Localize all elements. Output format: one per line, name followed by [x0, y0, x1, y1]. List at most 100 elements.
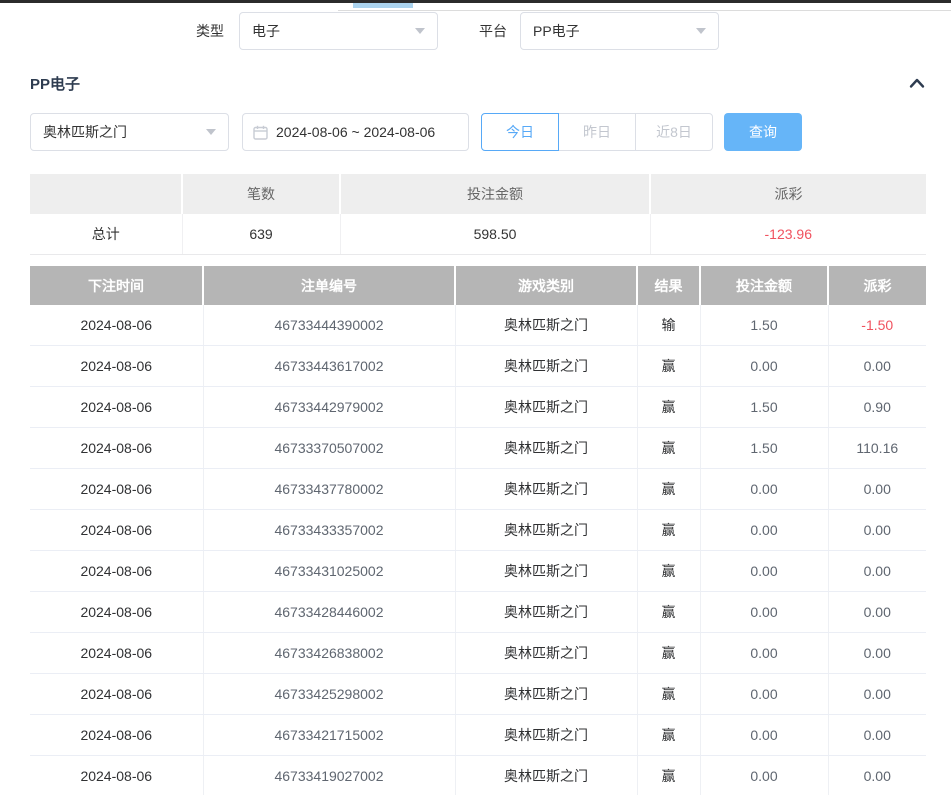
table-header-row: 下注时间 注单编号 游戏类别 结果 投注金额 派彩 — [30, 266, 926, 305]
table-cell: 奥林匹斯之门 — [455, 346, 637, 387]
game-select[interactable]: 奥林匹斯之门 — [30, 113, 229, 151]
table-cell: 0.00 — [700, 469, 828, 510]
table-cell: 0.00 — [828, 674, 926, 715]
table-cell: 奥林匹斯之门 — [455, 305, 637, 346]
table-cell: 46733425298002 — [203, 674, 455, 715]
top-filter-row: 类型 电子 平台 PP电子 — [0, 12, 719, 50]
column-header: 投注金额 — [700, 266, 828, 305]
table-cell: 46733370507002 — [203, 428, 455, 469]
table-cell: 0.00 — [700, 633, 828, 674]
table-row: 2024-08-0646733421715002奥林匹斯之门赢0.000.00 — [30, 715, 926, 756]
table-cell: 赢 — [637, 387, 700, 428]
total-bet-amount: 598.50 — [340, 214, 650, 255]
table-cell: 奥林匹斯之门 — [455, 387, 637, 428]
table-cell: 奥林匹斯之门 — [455, 674, 637, 715]
table-cell: 奥林匹斯之门 — [455, 592, 637, 633]
table-cell: 46733433357002 — [203, 510, 455, 551]
type-label: 类型 — [196, 21, 224, 41]
type-select-value: 电子 — [252, 21, 280, 41]
table-cell: 46733443617002 — [203, 346, 455, 387]
query-toolbar: 奥林匹斯之门 2024-08-06 ~ 2024-08-06 今日 昨日 近8日… — [30, 113, 802, 151]
table-cell: 奥林匹斯之门 — [455, 469, 637, 510]
table-cell: 赢 — [637, 674, 700, 715]
table-cell: 奥林匹斯之门 — [455, 510, 637, 551]
table-cell: 0.00 — [828, 592, 926, 633]
table-cell: 46733444390002 — [203, 305, 455, 346]
column-header: 结果 — [637, 266, 700, 305]
table-row: 2024-08-0646733437780002奥林匹斯之门赢0.000.00 — [30, 469, 926, 510]
summary-total-row: 总计 639 598.50 -123.96 — [30, 214, 926, 255]
table-cell: 2024-08-06 — [30, 346, 203, 387]
chevron-down-icon — [696, 28, 706, 34]
table-cell: 赢 — [637, 551, 700, 592]
table-cell: 赢 — [637, 633, 700, 674]
top-divider — [338, 10, 951, 11]
active-tab-indicator — [353, 3, 413, 8]
table-cell: 奥林匹斯之门 — [455, 756, 637, 795]
table-cell: 0.00 — [700, 674, 828, 715]
column-header: 下注时间 — [30, 266, 203, 305]
last-8-days-button[interactable]: 近8日 — [635, 113, 713, 151]
table-row: 2024-08-0646733442979002奥林匹斯之门赢1.500.90 — [30, 387, 926, 428]
table-cell: 2024-08-06 — [30, 715, 203, 756]
page: 类型 电子 平台 PP电子 PP电子 奥林匹斯之门 — [0, 0, 951, 795]
table-cell: 赢 — [637, 428, 700, 469]
table-row: 2024-08-0646733433357002奥林匹斯之门赢0.000.00 — [30, 510, 926, 551]
table-cell: 1.50 — [700, 305, 828, 346]
table-cell: 46733437780002 — [203, 469, 455, 510]
bet-table-body: 2024-08-0646733444390002奥林匹斯之门输1.50-1.50… — [30, 305, 926, 795]
table-row: 2024-08-0646733370507002奥林匹斯之门赢1.50110.1… — [30, 428, 926, 469]
platform-label: 平台 — [479, 21, 507, 41]
section-title: PP电子 — [30, 73, 80, 94]
calendar-icon — [253, 125, 268, 140]
type-select[interactable]: 电子 — [239, 12, 438, 50]
date-range-input[interactable]: 2024-08-06 ~ 2024-08-06 — [242, 113, 469, 151]
total-count: 639 — [182, 214, 340, 255]
table-cell: 0.00 — [828, 551, 926, 592]
table-cell: 输 — [637, 305, 700, 346]
column-header: 派彩 — [650, 174, 926, 214]
column-header: 注单编号 — [203, 266, 455, 305]
table-cell: 0.00 — [700, 346, 828, 387]
table-row: 2024-08-0646733431025002奥林匹斯之门赢0.000.00 — [30, 551, 926, 592]
table-cell: 0.00 — [700, 715, 828, 756]
table-cell: 2024-08-06 — [30, 510, 203, 551]
table-cell: -1.50 — [828, 305, 926, 346]
platform-select-value: PP电子 — [533, 21, 580, 41]
table-cell: 奥林匹斯之门 — [455, 715, 637, 756]
table-cell: 0.00 — [828, 756, 926, 795]
quick-range-group: 今日 昨日 近8日 — [481, 113, 713, 151]
table-cell: 1.50 — [700, 387, 828, 428]
table-cell: 46733426838002 — [203, 633, 455, 674]
table-cell: 赢 — [637, 715, 700, 756]
table-cell: 赢 — [637, 756, 700, 795]
yesterday-button[interactable]: 昨日 — [558, 113, 636, 151]
table-cell: 2024-08-06 — [30, 551, 203, 592]
table-cell: 0.00 — [828, 633, 926, 674]
table-row: 2024-08-0646733426838002奥林匹斯之门赢0.000.00 — [30, 633, 926, 674]
table-cell: 46733419027002 — [203, 756, 455, 795]
table-cell: 46733421715002 — [203, 715, 455, 756]
total-payout: -123.96 — [650, 214, 926, 255]
table-cell: 46733431025002 — [203, 551, 455, 592]
table-cell: 赢 — [637, 346, 700, 387]
today-button[interactable]: 今日 — [481, 113, 559, 151]
game-select-value: 奥林匹斯之门 — [43, 122, 127, 142]
table-cell: 0.00 — [700, 592, 828, 633]
chevron-down-icon — [415, 28, 425, 34]
table-cell: 2024-08-06 — [30, 633, 203, 674]
top-dark-strip — [0, 0, 951, 3]
column-header: 笔数 — [182, 174, 340, 214]
platform-select[interactable]: PP电子 — [520, 12, 719, 50]
table-cell: 2024-08-06 — [30, 756, 203, 795]
column-header: 投注金额 — [340, 174, 650, 214]
query-button[interactable]: 查询 — [724, 113, 802, 151]
table-row: 2024-08-0646733443617002奥林匹斯之门赢0.000.00 — [30, 346, 926, 387]
column-header: 派彩 — [828, 266, 926, 305]
date-range-value: 2024-08-06 ~ 2024-08-06 — [276, 124, 435, 140]
summary-header-row: 笔数 投注金额 派彩 — [30, 174, 926, 214]
table-cell: 0.00 — [828, 715, 926, 756]
collapse-button[interactable] — [908, 76, 926, 90]
table-cell: 赢 — [637, 510, 700, 551]
table-cell: 2024-08-06 — [30, 387, 203, 428]
